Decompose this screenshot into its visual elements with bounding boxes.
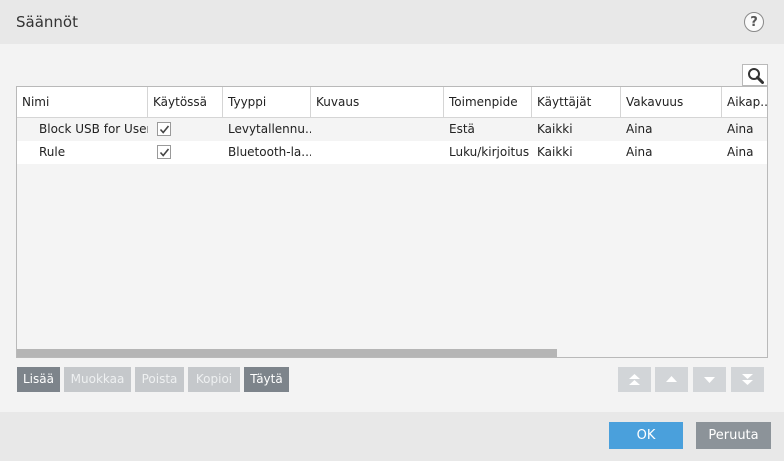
- cell-action: Estä: [449, 122, 475, 136]
- ok-button[interactable]: OK: [609, 422, 683, 449]
- column-header-name[interactable]: Nimi: [17, 87, 148, 117]
- cell-name: Rule: [39, 145, 66, 159]
- column-header-enabled[interactable]: Käytössä: [148, 87, 223, 117]
- move-top-button[interactable]: [618, 367, 651, 392]
- cell-enabled: [148, 141, 223, 164]
- cell-name: Block USB for User: [39, 122, 148, 136]
- move-bottom-button[interactable]: [731, 367, 764, 392]
- table-row[interactable]: Block USB for User Levytallennu... Estä …: [17, 118, 767, 141]
- cell-users: Kaikki: [537, 122, 573, 136]
- scrollbar-thumb[interactable]: [17, 349, 557, 357]
- column-header-action[interactable]: Toimenpide: [444, 87, 532, 117]
- cell-users: Kaikki: [537, 145, 573, 159]
- checkmark-icon: [159, 148, 170, 157]
- table-header: Nimi Käytössä Tyyppi Kuvaus Toimenpide K…: [17, 87, 767, 118]
- add-button[interactable]: Lisää: [17, 367, 60, 392]
- table-row[interactable]: Rule Bluetooth-la... Luku/kirjoitus Kaik…: [17, 141, 767, 164]
- cell-type: Bluetooth-la...: [228, 145, 311, 159]
- cell-action: Luku/kirjoitus: [449, 145, 530, 159]
- enabled-checkbox[interactable]: [157, 145, 171, 159]
- delete-button[interactable]: Poista: [135, 367, 184, 392]
- column-header-severity[interactable]: Vakavuus: [621, 87, 722, 117]
- move-up-button[interactable]: [655, 367, 688, 392]
- cancel-button[interactable]: Peruuta: [696, 422, 771, 449]
- move-up-icon: [666, 376, 677, 382]
- checkmark-icon: [159, 125, 170, 134]
- cell-description: [311, 118, 444, 141]
- move-to-bottom-icon: [742, 374, 753, 385]
- edit-button[interactable]: Muokkaa: [64, 367, 131, 392]
- horizontal-scrollbar[interactable]: [17, 349, 767, 357]
- column-header-users[interactable]: Käyttäjät: [532, 87, 621, 117]
- column-header-schedule[interactable]: Aikap...: [722, 87, 767, 117]
- cell-description: [311, 141, 444, 164]
- cell-schedule: Aina: [727, 122, 754, 136]
- cell-severity: Aina: [626, 122, 653, 136]
- title-bar: Säännöt ?: [0, 0, 784, 44]
- copy-button[interactable]: Kopioi: [188, 367, 240, 392]
- search-icon: [748, 68, 764, 84]
- cell-enabled: [148, 118, 223, 141]
- dialog-title: Säännöt: [16, 13, 78, 31]
- move-down-icon: [704, 377, 715, 383]
- column-header-type[interactable]: Tyyppi: [223, 87, 311, 117]
- help-icon[interactable]: ?: [744, 12, 764, 32]
- cell-schedule: Aina: [727, 145, 754, 159]
- search-button[interactable]: [742, 64, 768, 86]
- enabled-checkbox[interactable]: [157, 122, 171, 136]
- move-to-top-icon: [629, 374, 640, 385]
- column-header-description[interactable]: Kuvaus: [311, 87, 444, 117]
- cell-type: Levytallennu...: [228, 122, 311, 136]
- rules-table: Nimi Käytössä Tyyppi Kuvaus Toimenpide K…: [16, 86, 768, 358]
- dialog-footer: OK Peruuta: [0, 412, 784, 461]
- move-down-button[interactable]: [693, 367, 726, 392]
- cell-severity: Aina: [626, 145, 653, 159]
- fill-button[interactable]: Täytä: [244, 367, 289, 392]
